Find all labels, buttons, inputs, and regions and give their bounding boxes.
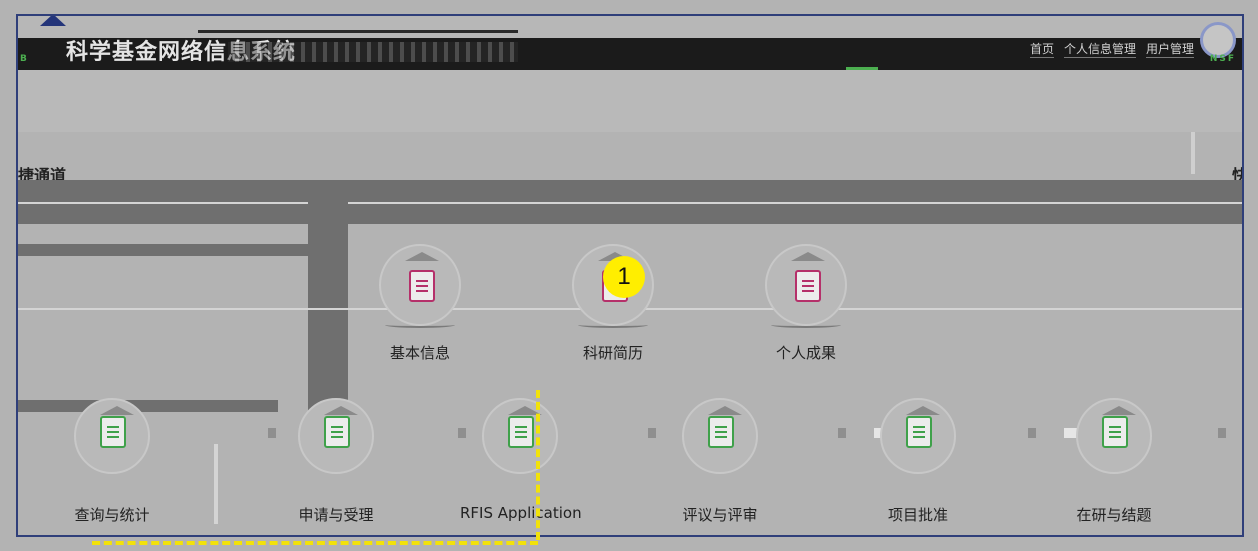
decor-bar <box>18 244 308 256</box>
tile-icon-circle <box>765 244 847 328</box>
header-link-home[interactable]: 首页 <box>1029 40 1054 58</box>
wave-decor <box>578 322 648 328</box>
annotation-dashed-vertical <box>536 390 540 540</box>
tile-basic-info[interactable]: 基本信息 <box>360 244 480 363</box>
tile-icon-circle <box>298 398 374 474</box>
decor-line <box>214 444 218 524</box>
tile-label: 申请与受理 <box>298 506 374 524</box>
document-green-icon <box>708 416 734 448</box>
tile-icon-circle <box>379 244 461 328</box>
document-green-icon <box>324 416 350 448</box>
decor-line <box>18 202 1242 204</box>
tile-icon-circle <box>682 398 758 474</box>
tile-label: 项目批准 <box>887 506 948 524</box>
user-avatar[interactable] <box>1200 22 1236 58</box>
panel-divider <box>1191 132 1195 174</box>
tile-label: RFIS Application <box>460 504 582 522</box>
annotation-badge: 1 <box>603 256 645 298</box>
wave-decor <box>385 322 455 328</box>
tile-apply-accept[interactable]: 申请与受理 <box>276 398 396 525</box>
document-icon <box>409 270 435 302</box>
document-green-icon <box>100 416 126 448</box>
tile-label: 在研与结题 <box>1076 506 1152 524</box>
title-scanlines <box>228 42 518 62</box>
left-mark: B <box>20 54 27 64</box>
header-link-profile[interactable]: 个人信息管理 <box>1063 40 1136 58</box>
logo-icon <box>40 16 66 26</box>
tile-icon-circle <box>74 398 150 474</box>
tile-icon-circle <box>482 398 558 474</box>
header-links: 首页 个人信息管理 用户管理 <box>1029 40 1194 58</box>
tile-label: 评议与评审 <box>682 506 758 524</box>
tile-personal-results[interactable]: 个人成果 <box>746 244 866 363</box>
wave-decor <box>771 322 841 328</box>
tile-label: 基本信息 <box>389 344 450 362</box>
folder-icon <box>1102 416 1128 448</box>
nsf-mark: NSF <box>1209 54 1236 64</box>
document-green-icon <box>906 416 932 448</box>
sub-navigation <box>18 70 1242 132</box>
tile-icon-circle <box>1076 398 1152 474</box>
header-link-users[interactable]: 用户管理 <box>1145 40 1194 58</box>
tile-label: 查询与统计 <box>74 506 150 524</box>
tile-label: 个人成果 <box>775 344 836 362</box>
tile-label: 科研简历 <box>582 344 643 362</box>
tile-query-stats[interactable]: 查询与统计 <box>52 398 172 525</box>
annotation-dashed-horizontal <box>92 541 538 545</box>
tile-ongoing-completion[interactable]: 在研与结题 <box>1054 398 1174 525</box>
tile-review-evaluation[interactable]: 评议与评审 <box>660 398 780 525</box>
document-green-icon <box>508 416 534 448</box>
tile-rfis-application[interactable]: RFIS Application <box>460 398 582 522</box>
tile-project-approval[interactable]: 项目批准 <box>858 398 978 525</box>
tile-icon-circle <box>880 398 956 474</box>
document-icon <box>795 270 821 302</box>
top-header: 科学基金网络信息系统 B 首页 个人信息管理 用户管理 NSF <box>18 16 1242 70</box>
